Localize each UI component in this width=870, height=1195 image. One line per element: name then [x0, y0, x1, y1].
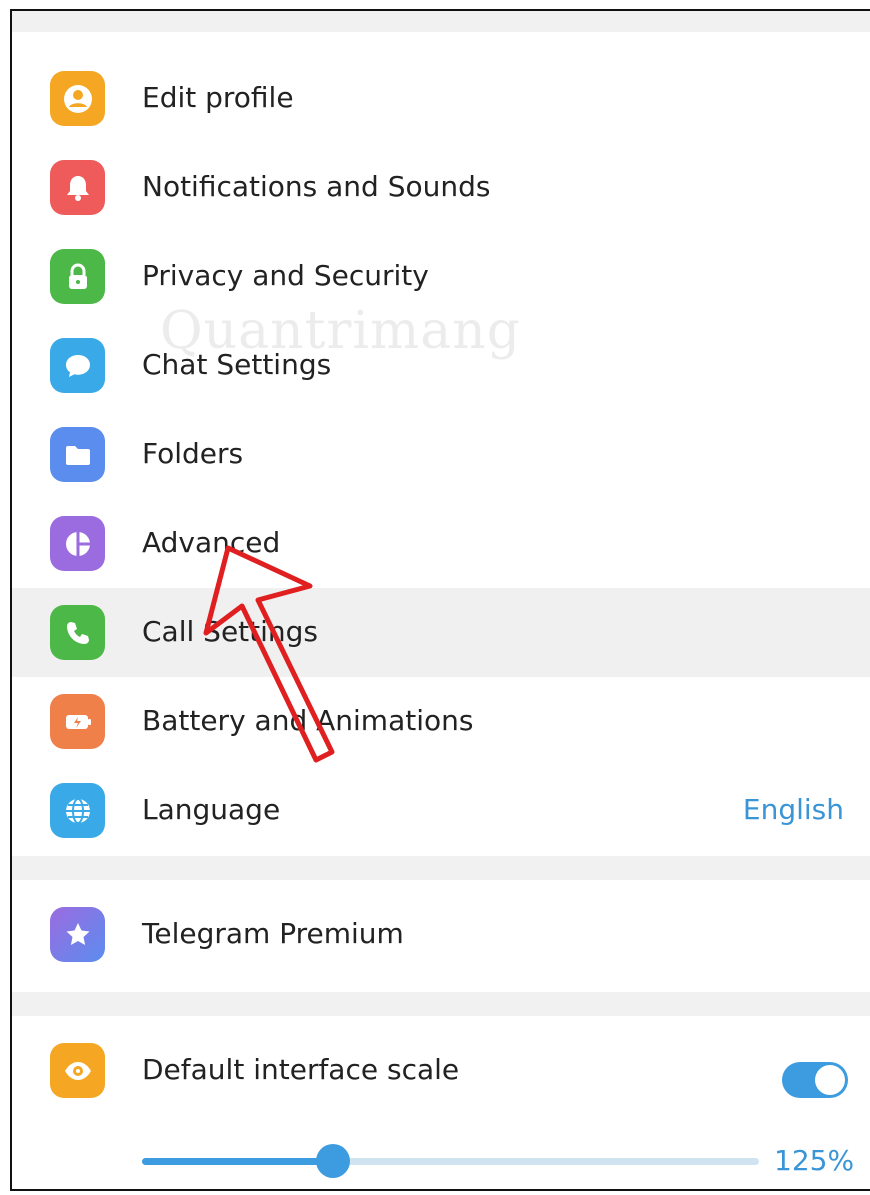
bell-icon — [50, 160, 105, 215]
menu-item-label: Advanced — [142, 526, 281, 559]
settings-section-scale: Default interface scale 125% — [12, 1016, 870, 1189]
globe-icon — [50, 783, 105, 838]
default-scale-row[interactable]: Default interface scale — [12, 1026, 870, 1115]
chat-bubble-icon — [50, 338, 105, 393]
menu-item-label: Call Settings — [142, 615, 319, 648]
menu-item-folders[interactable]: Folders — [12, 410, 870, 499]
menu-item-label: Telegram Premium — [142, 917, 404, 950]
star-icon — [50, 907, 105, 962]
menu-item-label: Chat Settings — [142, 348, 332, 381]
menu-item-advanced[interactable]: Advanced — [12, 499, 870, 588]
menu-item-label: Folders — [142, 437, 244, 470]
battery-icon — [50, 694, 105, 749]
scale-value: 125% — [774, 1144, 855, 1177]
scale-toggle[interactable] — [782, 1062, 848, 1098]
menu-item-notifications[interactable]: Notifications and Sounds — [12, 143, 870, 232]
menu-item-label: Battery and Animations — [142, 704, 474, 737]
scale-label: Default interface scale — [142, 1053, 460, 1086]
settings-section-main: Edit profile Notifications and Sounds Pr… — [12, 32, 870, 856]
menu-item-telegram-premium[interactable]: Telegram Premium — [12, 890, 870, 979]
menu-item-edit-profile[interactable]: Edit profile — [12, 54, 870, 143]
pie-chart-icon — [50, 516, 105, 571]
lock-icon — [50, 249, 105, 304]
menu-item-privacy[interactable]: Privacy and Security — [12, 232, 870, 321]
settings-panel: Edit profile Notifications and Sounds Pr… — [10, 9, 870, 1191]
slider-handle[interactable] — [316, 1144, 351, 1178]
toggle-knob — [815, 1065, 845, 1095]
menu-item-label: Language — [142, 793, 281, 826]
scale-slider[interactable] — [142, 1144, 759, 1178]
user-icon — [50, 71, 105, 126]
top-gap — [12, 11, 870, 32]
menu-item-label: Edit profile — [142, 81, 294, 114]
folder-icon — [50, 427, 105, 482]
menu-item-chat-settings[interactable]: Chat Settings — [12, 321, 870, 410]
menu-item-label: Notifications and Sounds — [142, 170, 491, 203]
phone-icon — [50, 605, 105, 660]
menu-item-language[interactable]: Language English — [12, 766, 870, 855]
menu-item-label: Privacy and Security — [142, 259, 429, 292]
settings-section-premium: Telegram Premium — [12, 880, 870, 992]
language-value: English — [742, 793, 844, 826]
slider-fill — [142, 1158, 334, 1165]
menu-item-call-settings[interactable]: Call Settings — [12, 588, 870, 677]
menu-item-battery[interactable]: Battery and Animations — [12, 677, 870, 766]
eye-icon — [50, 1043, 105, 1098]
